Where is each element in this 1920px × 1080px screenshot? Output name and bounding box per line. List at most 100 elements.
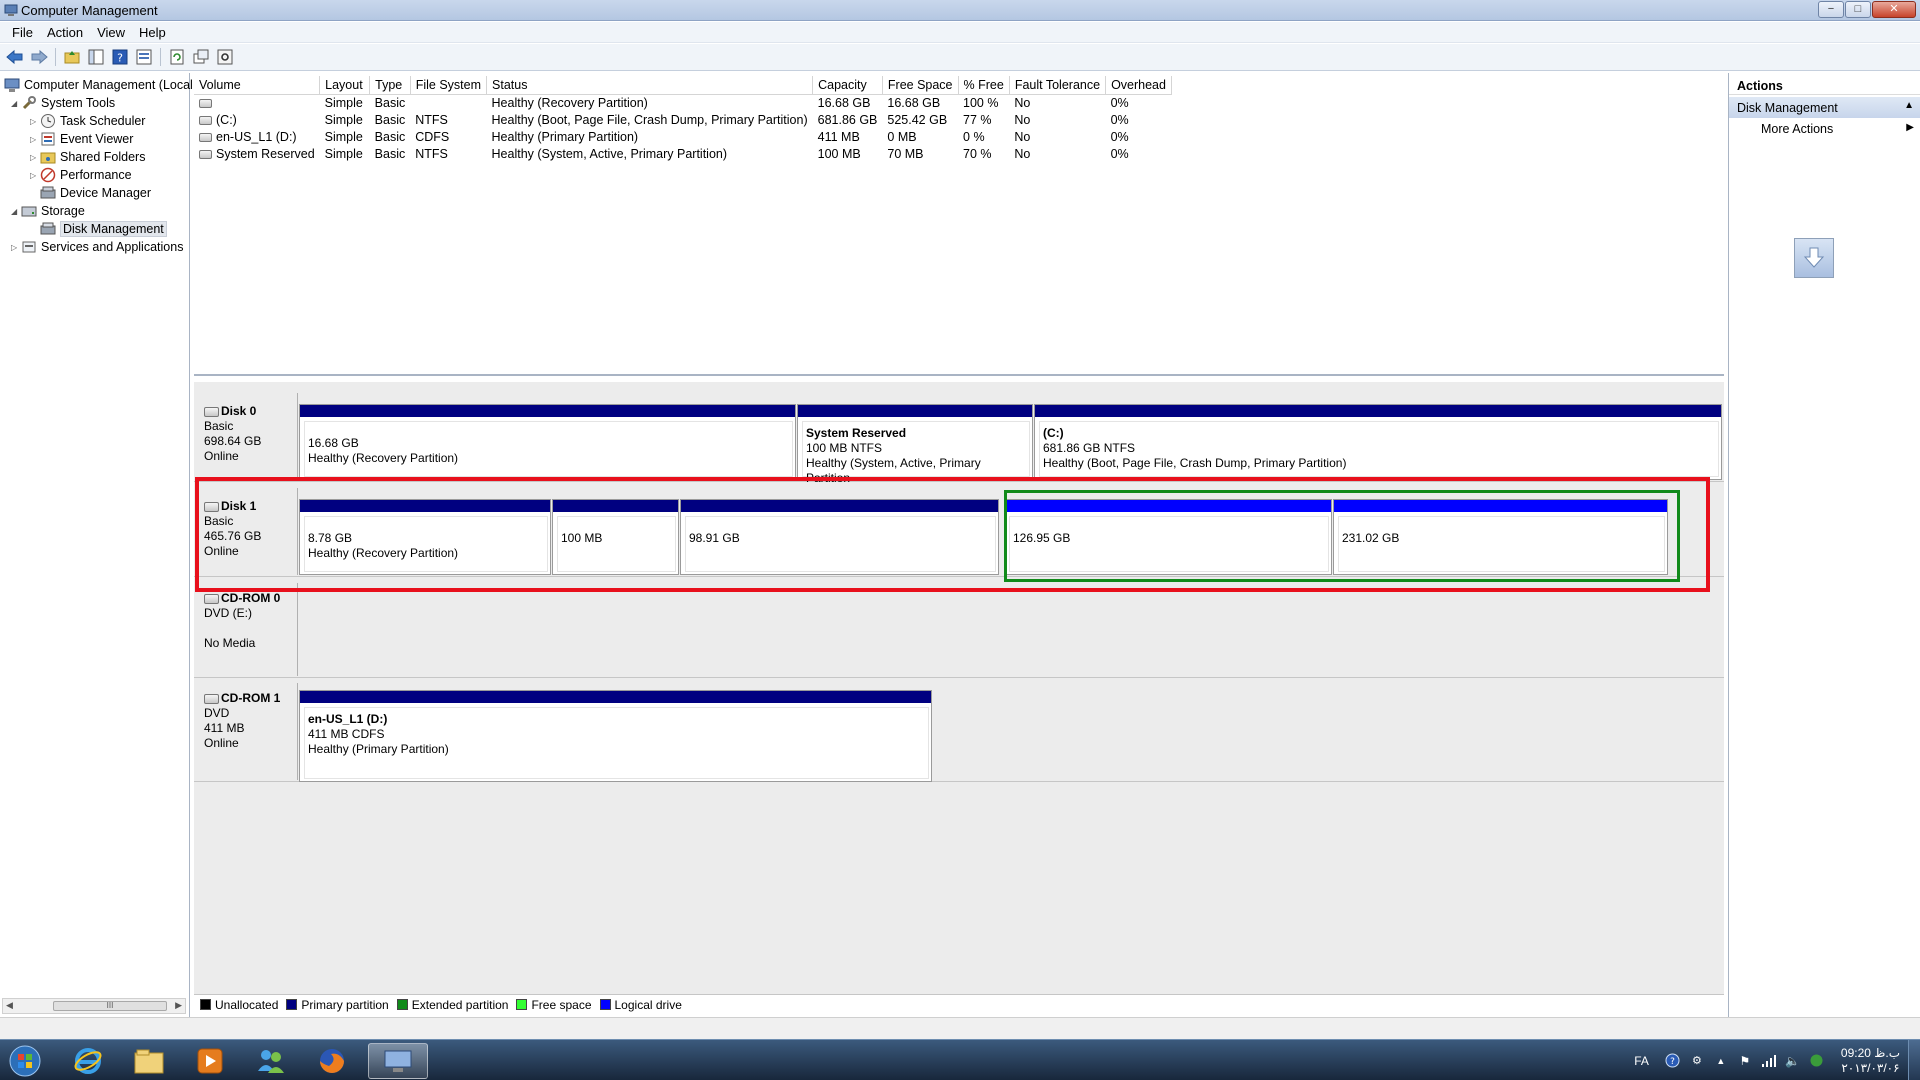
column-header-status[interactable]: Status: [486, 76, 814, 95]
volume-icon: [199, 98, 212, 108]
column-header-file-system[interactable]: File System: [410, 76, 488, 95]
menu-file[interactable]: File: [5, 25, 40, 40]
partition-block[interactable]: 100 MB: [552, 499, 679, 575]
cdrom-1-label[interactable]: CD-ROM 1 DVD 411 MB Online: [196, 683, 298, 780]
tree-item-event-viewer[interactable]: ▷ Event Viewer: [30, 130, 133, 148]
computer-management-icon[interactable]: [368, 1043, 428, 1079]
expanded-arrow-icon[interactable]: ◢: [11, 99, 21, 108]
expanded-arrow-icon[interactable]: ◢: [11, 207, 21, 216]
tree-item-system-tools[interactable]: ◢ System Tools: [11, 94, 115, 112]
collapse-up-icon[interactable]: ▲: [1904, 100, 1914, 111]
collapsed-arrow-icon[interactable]: ▷: [30, 171, 40, 180]
partition-block[interactable]: 16.68 GB Healthy (Recovery Partition): [299, 404, 796, 480]
actions-section-disk-management[interactable]: Disk Management ▲: [1729, 97, 1920, 118]
menu-help[interactable]: Help: [132, 25, 173, 40]
disk-1-label[interactable]: Disk 1 Basic 465.76 GB Online: [196, 488, 298, 575]
toolbar-separator: [55, 48, 56, 66]
maximize-button[interactable]: □: [1845, 1, 1871, 18]
column-header-percent-free[interactable]: % Free: [958, 76, 1010, 95]
legend-primary-partition: Primary partition: [286, 998, 389, 1012]
tree-item-storage[interactable]: ◢ Storage: [11, 202, 85, 220]
partition-block[interactable]: en-US_L1 (D:) 411 MB CDFS Healthy (Prima…: [299, 690, 932, 782]
close-button[interactable]: ✕: [1872, 1, 1916, 18]
legend-swatch: [200, 999, 211, 1010]
scroll-left-icon[interactable]: ◀: [6, 1000, 13, 1011]
volume-row[interactable]: (C:) Simple Basic NTFS Healthy (Boot, Pa…: [194, 111, 1171, 128]
disk-type: Basic: [204, 514, 234, 528]
collapsed-arrow-icon[interactable]: ▷: [30, 153, 40, 162]
cell-overhead: 0%: [1110, 95, 1129, 110]
back-icon[interactable]: [4, 46, 26, 68]
logical-drive-block[interactable]: 126.95 GB: [1004, 499, 1332, 575]
cdrom-0-label[interactable]: CD-ROM 0 DVD (E:) No Media: [196, 583, 298, 676]
forward-icon[interactable]: [28, 46, 50, 68]
tree-item-disk-management[interactable]: Disk Management: [40, 220, 167, 238]
show-desktop-button[interactable]: [1908, 1040, 1920, 1080]
refresh-icon[interactable]: [166, 46, 188, 68]
properties-icon[interactable]: [133, 46, 155, 68]
settings-icon[interactable]: [214, 46, 236, 68]
partition-status: Healthy (Recovery Partition): [308, 451, 459, 465]
logical-drive-block[interactable]: 231.02 GB: [1333, 499, 1668, 575]
collapsed-arrow-icon[interactable]: ▷: [30, 135, 40, 144]
cell-type: Basic: [374, 112, 406, 127]
start-orb-icon[interactable]: [0, 1043, 50, 1079]
tree-item-performance[interactable]: ▷ Performance: [30, 166, 132, 184]
actions-title: Actions: [1729, 73, 1920, 95]
partition-block[interactable]: (C:) 681.86 GB NTFS Healthy (Boot, Page …: [1034, 404, 1722, 480]
event-viewer-icon: [41, 132, 55, 146]
tree-horizontal-scrollbar[interactable]: ◀ III ▶: [2, 998, 186, 1014]
column-header-volume[interactable]: Volume: [194, 76, 321, 95]
taskbar: FA ? ⚙ ▲ ⚑ 🔈 09:20 ب.ظ ۲۰۱۳/۰۳/۰۶: [0, 1039, 1920, 1080]
disk-0-label[interactable]: Disk 0 Basic 698.64 GB Online: [196, 393, 298, 480]
volume-row[interactable]: en-US_L1 (D:) Simple Basic CDFS Healthy …: [194, 128, 1171, 145]
help-icon[interactable]: ?: [109, 46, 131, 68]
tree-item-computer-management[interactable]: Computer Management (Local: [4, 76, 193, 94]
performance-icon: [40, 167, 56, 183]
column-header-layout[interactable]: Layout: [319, 76, 371, 95]
tree-item-task-scheduler[interactable]: ▷ Task Scheduler: [30, 112, 145, 130]
network-icon[interactable]: [1761, 1053, 1777, 1069]
messenger-icon[interactable]: [243, 1043, 299, 1079]
disk-name: CD-ROM 0: [221, 591, 281, 605]
volume-row[interactable]: Simple Basic Healthy (Recovery Partition…: [194, 94, 1171, 111]
options-icon[interactable]: ⚙: [1689, 1053, 1705, 1069]
action-center-icon[interactable]: ⚑: [1737, 1053, 1753, 1069]
menu-action[interactable]: Action: [40, 25, 90, 40]
collapsed-arrow-icon[interactable]: ▷: [30, 117, 40, 126]
language-indicator[interactable]: FA: [1634, 1054, 1649, 1068]
tree-item-device-manager[interactable]: Device Manager: [40, 184, 151, 202]
show-hide-tree-icon[interactable]: [85, 46, 107, 68]
windows-explorer-icon[interactable]: [121, 1043, 177, 1079]
partition-block[interactable]: 98.91 GB: [680, 499, 999, 575]
partition-block[interactable]: 8.78 GB Healthy (Recovery Partition): [299, 499, 551, 575]
scroll-thumb[interactable]: III: [53, 1001, 167, 1011]
scroll-right-icon[interactable]: ▶: [175, 1000, 182, 1011]
internet-explorer-icon[interactable]: [60, 1043, 116, 1079]
collapsed-arrow-icon[interactable]: ▷: [11, 243, 21, 252]
legend-extended-partition: Extended partition: [396, 998, 508, 1012]
column-header-free-space[interactable]: Free Space: [882, 76, 959, 95]
volume-row[interactable]: System Reserved Simple Basic NTFS Health…: [194, 145, 1171, 162]
partition-block[interactable]: System Reserved 100 MB NTFS Healthy (Sys…: [797, 404, 1033, 485]
more-actions-item[interactable]: More Actions ▶: [1729, 118, 1920, 139]
show-hidden-icons-icon[interactable]: ▲: [1713, 1053, 1729, 1069]
up-folder-icon[interactable]: [61, 46, 83, 68]
column-header-capacity[interactable]: Capacity: [812, 76, 883, 95]
menu-view[interactable]: View: [90, 25, 132, 40]
language-bar-icon[interactable]: [1809, 1053, 1825, 1069]
download-arrow-icon[interactable]: [1794, 238, 1834, 278]
clock[interactable]: 09:20 ب.ظ ۲۰۱۳/۰۳/۰۶: [1841, 1046, 1900, 1076]
help-icon[interactable]: ?: [1665, 1053, 1681, 1069]
export-icon[interactable]: [190, 46, 212, 68]
volume-icon[interactable]: 🔈: [1785, 1053, 1801, 1069]
column-header-overhead[interactable]: Overhead: [1105, 76, 1172, 95]
column-header-fault-tolerance[interactable]: Fault Tolerance: [1009, 76, 1107, 95]
hard-disk-icon: [204, 406, 219, 417]
tree-item-shared-folders[interactable]: ▷ Shared Folders: [30, 148, 145, 166]
tree-item-services-and-applications[interactable]: ▷ Services and Applications: [11, 238, 183, 256]
media-player-icon[interactable]: [182, 1043, 238, 1079]
minimize-button[interactable]: −: [1818, 1, 1844, 18]
firefox-icon[interactable]: [304, 1043, 360, 1079]
column-header-type[interactable]: Type: [369, 76, 411, 95]
